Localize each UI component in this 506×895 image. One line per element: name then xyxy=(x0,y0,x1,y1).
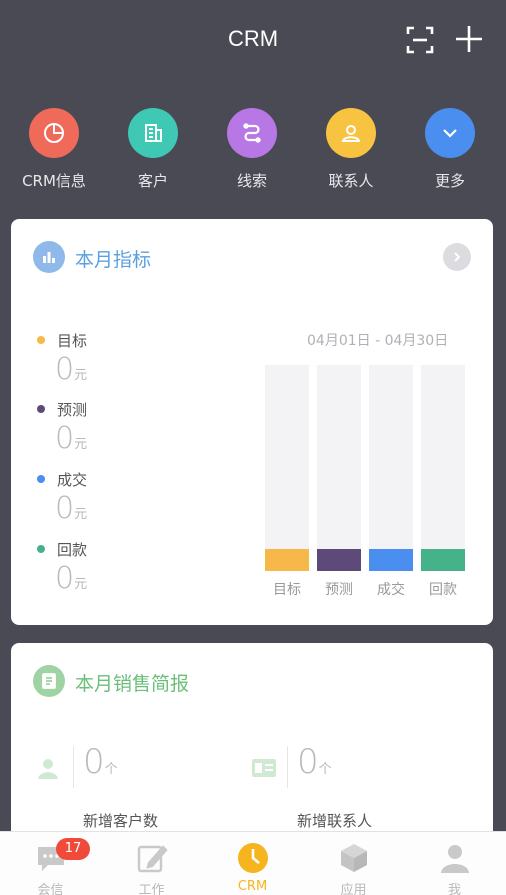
bar-label: 回款 xyxy=(429,582,457,598)
chevron-down-icon xyxy=(425,108,475,158)
plus-icon xyxy=(456,26,482,52)
metric-name: 回款 xyxy=(57,541,88,559)
bar-track xyxy=(421,365,465,571)
legend-dot xyxy=(37,545,45,553)
card-title: 本月指标 xyxy=(75,249,152,271)
quick-action-label: 客户 xyxy=(137,172,168,190)
clock-icon xyxy=(238,843,268,873)
scan-icon xyxy=(406,26,434,54)
quick-action-customer[interactable]: 客户 xyxy=(103,108,203,191)
tab-label: 应用 xyxy=(340,883,367,895)
contact-card-icon xyxy=(252,759,276,777)
bar-track xyxy=(369,365,413,571)
chevron-right-icon xyxy=(454,252,461,262)
metric-value: 0元 xyxy=(55,421,88,456)
metric-name: 成交 xyxy=(57,471,88,489)
card-more-button[interactable] xyxy=(443,243,471,271)
bar-chart-icon xyxy=(33,241,65,273)
person-icon xyxy=(326,108,376,158)
quick-action-contacts[interactable]: 联系人 xyxy=(301,108,401,191)
tab-apps[interactable]: 应用 xyxy=(303,832,404,895)
bar-label: 成交 xyxy=(377,582,405,598)
quick-action-crm-info[interactable]: CRM信息 xyxy=(4,108,104,191)
quick-action-label: 联系人 xyxy=(328,172,374,190)
bar-target xyxy=(265,549,309,571)
cube-icon xyxy=(341,844,367,872)
bar-forecast xyxy=(317,549,361,571)
bar-track xyxy=(265,365,309,571)
building-icon xyxy=(128,108,178,158)
tab-messages[interactable]: 17 会信 xyxy=(0,832,101,895)
legend-dot xyxy=(37,405,45,413)
quick-action-label: 更多 xyxy=(434,172,465,190)
user-icon xyxy=(441,845,469,873)
metric-name: 目标 xyxy=(57,332,88,350)
metric-name: 预测 xyxy=(57,401,88,419)
sales-report-card[interactable]: 本月销售简报 0个 新增客户数 0个 新增联系人 xyxy=(11,643,493,843)
route-icon xyxy=(227,108,277,158)
monthly-indicators-card[interactable]: 本月指标 04月01日 - 04月30日 目标 0元 预测 0元 成交 0元 回… xyxy=(11,219,493,625)
tab-label: 工作 xyxy=(138,883,165,895)
quick-actions: CRM信息 客户 线索 联系人 更多 xyxy=(0,108,506,198)
bar-track xyxy=(317,365,361,571)
tab-label: 我 xyxy=(447,883,461,895)
unread-badge: 17 xyxy=(56,838,90,860)
metric-value: 0元 xyxy=(55,491,88,526)
stat-label: 新增联系人 xyxy=(297,812,373,830)
card-title: 本月销售简报 xyxy=(75,673,190,695)
stat-value: 0个 xyxy=(83,742,118,782)
tab-bar: 17 会信 工作 CRM 应用 我 xyxy=(0,831,506,895)
quick-action-label: 线索 xyxy=(236,172,267,190)
add-button[interactable] xyxy=(452,22,486,56)
metrics-bar-chart: 目标 预测 成交 回款 xyxy=(265,365,469,598)
quick-action-leads[interactable]: 线索 xyxy=(202,108,302,191)
bar-payment xyxy=(421,549,465,571)
bar-label: 预测 xyxy=(325,582,353,598)
legend-dot xyxy=(37,475,45,483)
metric-value: 0元 xyxy=(55,352,88,387)
legend-dot xyxy=(37,336,45,344)
quick-action-more[interactable]: 更多 xyxy=(400,108,500,191)
document-icon xyxy=(33,665,65,697)
scan-button[interactable] xyxy=(404,24,436,56)
stat-value: 0个 xyxy=(297,742,332,782)
tab-label: CRM xyxy=(237,879,268,894)
date-range: 04月01日 - 04月30日 xyxy=(307,333,449,349)
tab-work[interactable]: 工作 xyxy=(101,832,202,895)
tab-crm[interactable]: CRM xyxy=(202,832,303,895)
quick-action-label: CRM信息 xyxy=(22,172,86,190)
top-bar: CRM xyxy=(0,0,506,80)
metric-value: 0元 xyxy=(55,561,88,596)
edit-icon xyxy=(137,845,168,873)
bar-label: 目标 xyxy=(273,582,301,598)
person-icon xyxy=(38,759,58,779)
tab-label: 会信 xyxy=(37,883,64,895)
tab-me[interactable]: 我 xyxy=(404,832,505,895)
bar-deal xyxy=(369,549,413,571)
stat-label: 新增客户数 xyxy=(83,812,159,830)
pie-chart-icon xyxy=(29,108,79,158)
